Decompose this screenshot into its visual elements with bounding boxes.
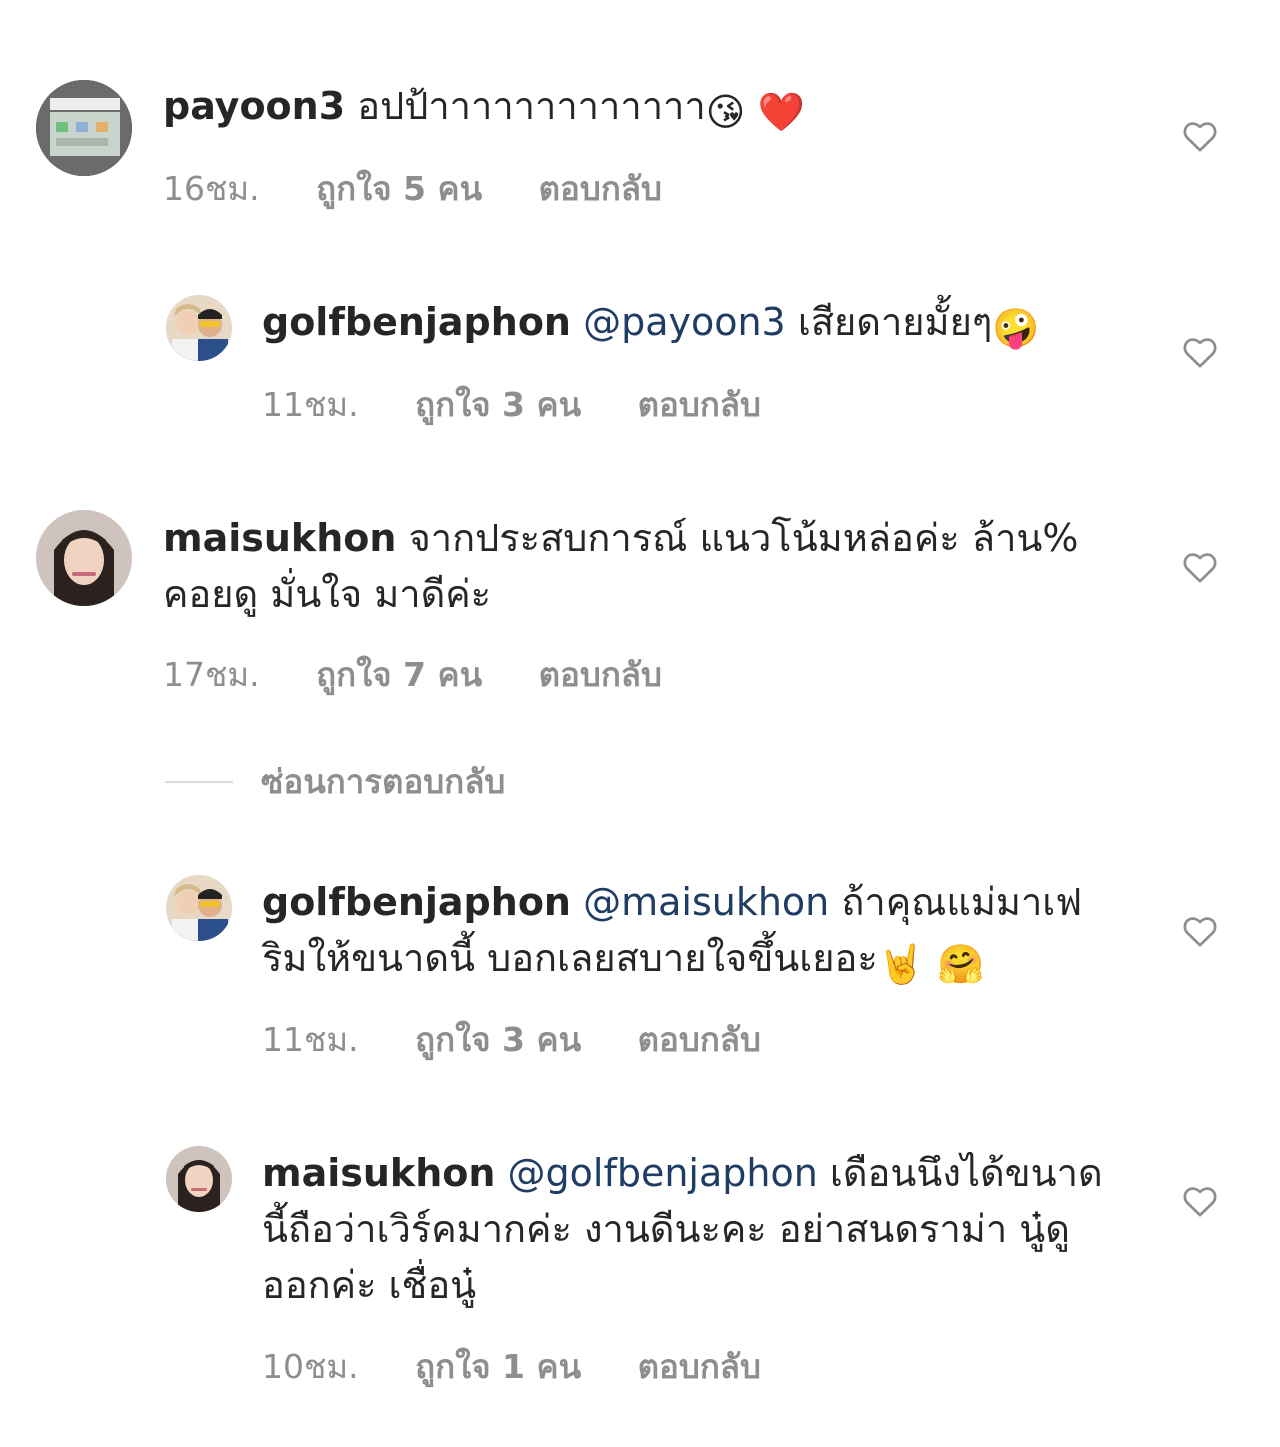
comment-likes[interactable]: ถูกใจ 3 คน [415, 385, 581, 424]
comment-likes[interactable]: ถูกใจ 5 คน [316, 169, 482, 208]
heart-icon[interactable] [1180, 1181, 1220, 1221]
comment-likes[interactable]: ถูกใจ 1 คน [415, 1347, 581, 1386]
avatar[interactable] [36, 80, 132, 176]
comment-text: golfbenjaphon @maisukhon ถ้าคุณแม่มาเฟริ… [262, 874, 1122, 992]
comment-username[interactable]: payoon3 [163, 84, 345, 128]
hugging-face-emoji: 🤗 [937, 942, 985, 986]
heart-icon[interactable] [1180, 547, 1220, 587]
kissing-face-emoji: 😘 [705, 90, 746, 134]
comment-text: maisukhon @golfbenjaphon เดือนนึงได้ขนาด… [262, 1145, 1122, 1313]
red-heart-emoji: ❤️ [757, 90, 805, 134]
comment-username[interactable]: golfbenjaphon [262, 300, 571, 344]
mention-link[interactable]: @golfbenjaphon [508, 1151, 818, 1195]
comment-time: 10ชม. [262, 1347, 359, 1386]
heart-icon[interactable] [1180, 332, 1220, 372]
comment-body: golfbenjaphon @maisukhon ถ้าคุณแม่มาเฟริ… [262, 874, 1122, 992]
comment-username[interactable]: maisukhon [163, 516, 396, 560]
comment-body: maisukhon จากประสบการณ์ แนวโน้มหล่อค่ะ ล… [163, 510, 1123, 622]
reply-button[interactable]: ตอบกลับ [539, 169, 662, 208]
comment-text: golfbenjaphon @payoon3 เสียดายมั้ยๆ🤪 [262, 294, 1122, 356]
profile-photo-avatar-image [166, 1146, 232, 1212]
mention-link[interactable]: @payoon3 [583, 300, 786, 344]
profile-photo-avatar-image [166, 295, 232, 361]
reply-button[interactable]: ตอบกลับ [638, 385, 761, 424]
comment-time: 11ชม. [262, 1020, 359, 1059]
comment-body: maisukhon @golfbenjaphon เดือนนึงได้ขนาด… [262, 1145, 1122, 1313]
comment-meta: 11ชม. ถูกใจ 3 คน ตอบกลับ [262, 378, 807, 431]
comment-meta: 16ชม. ถูกใจ 5 คน ตอบกลับ [163, 162, 708, 215]
avatar[interactable] [36, 510, 132, 606]
hide-replies-button[interactable]: ซ่อนการตอบกลับ [165, 755, 505, 808]
profile-photo-avatar-image [36, 510, 132, 606]
reply-button[interactable]: ตอบกลับ [638, 1020, 761, 1059]
comment-time: 16ชม. [163, 169, 260, 208]
comment-time: 17ชม. [163, 655, 260, 694]
zany-face-emoji: 🤪 [992, 306, 1040, 350]
clapperboard-avatar-image [36, 80, 132, 176]
comment-likes[interactable]: ถูกใจ 7 คน [316, 655, 482, 694]
avatar[interactable] [166, 1146, 232, 1212]
comment-message: เสียดายมั้ยๆ [797, 300, 993, 344]
comment-meta: 11ชม. ถูกใจ 3 คน ตอบกลับ [262, 1013, 807, 1066]
avatar[interactable] [166, 295, 232, 361]
divider-line [165, 780, 233, 783]
mention-link[interactable]: @maisukhon [583, 880, 829, 924]
rock-on-hand-emoji: 🤘 [877, 942, 926, 986]
comment-time: 11ชม. [262, 385, 359, 424]
comment-body: golfbenjaphon @payoon3 เสียดายมั้ยๆ🤪 [262, 294, 1122, 356]
profile-photo-avatar-image [166, 875, 232, 941]
comment-meta: 10ชม. ถูกใจ 1 คน ตอบกลับ [262, 1340, 807, 1393]
comment-likes[interactable]: ถูกใจ 3 คน [415, 1020, 581, 1059]
comment-meta: 17ชม. ถูกใจ 7 คน ตอบกลับ [163, 648, 708, 701]
comment-body: payoon3 อปป้าาาาาาาาาาาาา😘 ❤️ [163, 78, 1123, 140]
avatar[interactable] [166, 875, 232, 941]
reply-button[interactable]: ตอบกลับ [638, 1347, 761, 1386]
comment-text: maisukhon จากประสบการณ์ แนวโน้มหล่อค่ะ ล… [163, 510, 1123, 622]
heart-icon[interactable] [1180, 911, 1220, 951]
comment-username[interactable]: maisukhon [262, 1151, 495, 1195]
comment-username[interactable]: golfbenjaphon [262, 880, 571, 924]
reply-button[interactable]: ตอบกลับ [539, 655, 662, 694]
comment-message: อปป้าาาาาาาาาาาาา [357, 84, 706, 128]
heart-icon[interactable] [1180, 116, 1220, 156]
comment-text: payoon3 อปป้าาาาาาาาาาาาา😘 ❤️ [163, 78, 1123, 140]
hide-replies-label: ซ่อนการตอบกลับ [261, 762, 506, 801]
